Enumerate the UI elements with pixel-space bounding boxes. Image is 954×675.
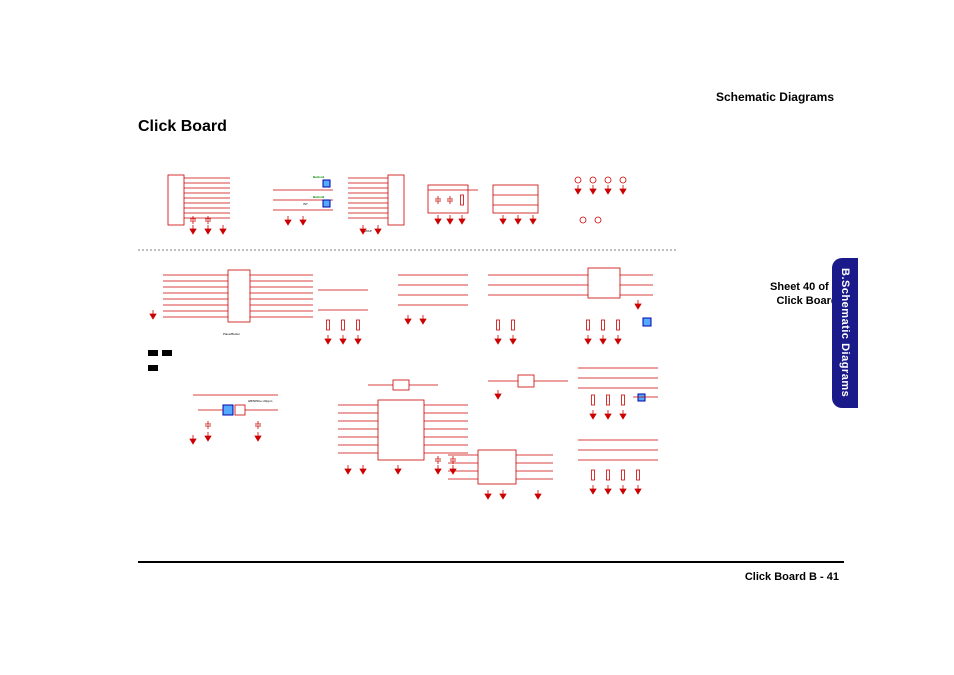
svg-text:Place/Button: Place/Button	[223, 332, 240, 336]
section-header: Schematic Diagrams	[716, 90, 834, 104]
svg-text:Button2: Button2	[313, 195, 325, 199]
page-title: Click Board	[138, 118, 227, 136]
footer-text: Click Board B - 41	[745, 571, 839, 583]
schematic-diagram: INT Button1 Button2 SWAP	[138, 150, 678, 540]
ic-u4	[448, 450, 553, 499]
right-cluster-2	[578, 440, 658, 494]
net-block-mid	[398, 275, 468, 324]
passive-row-1	[318, 290, 368, 344]
connector-j1	[168, 175, 230, 234]
bus-int-block: INT Button1 Button2 SWAP	[273, 175, 372, 233]
svg-text:HB/5050+/-20ppm: HB/5050+/-20ppm	[248, 399, 273, 403]
ic-u5	[488, 375, 568, 399]
schematic-svg: INT Button1 Button2 SWAP	[138, 150, 678, 540]
section-tab: B.Schematic Diagrams	[832, 258, 858, 408]
ic-u3	[338, 380, 468, 474]
ic-u2	[558, 268, 653, 344]
osc-block: HB/5050+/-20ppm	[190, 395, 278, 444]
ic-u1: Place/Button	[148, 270, 313, 371]
mounting-holes	[575, 177, 626, 223]
small-ic-top	[493, 185, 538, 224]
footer-rule	[138, 561, 844, 563]
connector-j2	[348, 175, 404, 234]
svg-text:INT: INT	[303, 202, 308, 206]
svg-text:Button1: Button1	[313, 175, 325, 179]
net-block-mid2	[488, 275, 558, 344]
rc-filter-block	[428, 185, 478, 224]
right-cluster-1	[578, 368, 658, 419]
